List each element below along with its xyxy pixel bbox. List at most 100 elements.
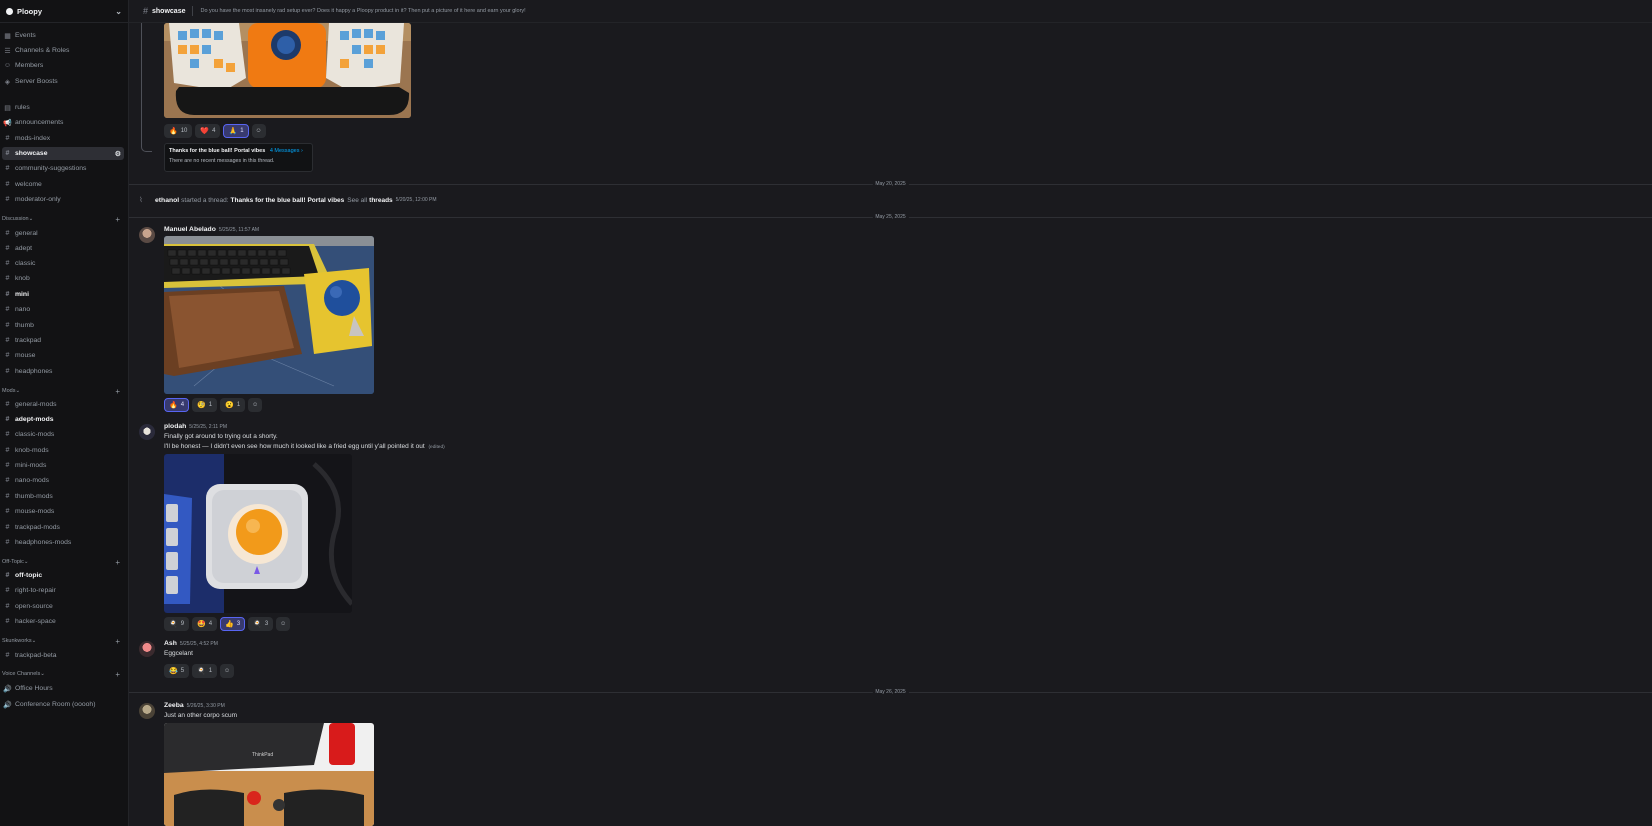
hash-icon: # [5, 587, 10, 594]
category-header[interactable]: Voice Channels ⌄ + [2, 669, 124, 679]
sidebar-item[interactable]: ▤ rules [2, 101, 124, 114]
sidebar-item[interactable]: # trackpad-mods [2, 521, 124, 534]
reaction-button[interactable]: ❤️ 4 [195, 124, 221, 138]
category-header[interactable]: Discussion ⌄ + [2, 214, 124, 224]
add-reaction-icon[interactable]: ☺ [276, 617, 291, 631]
reaction-button[interactable]: 👍 3 [220, 617, 246, 631]
reaction-button[interactable]: 🙏 1 [223, 124, 249, 138]
sidebar-item[interactable]: # nano-mods [2, 474, 124, 487]
message-image[interactable] [164, 23, 411, 118]
gear-icon[interactable]: ⚙ [115, 150, 121, 158]
hash-icon: # [5, 618, 10, 625]
sidebar-item[interactable]: 🔊 Office Hours [2, 682, 124, 695]
sidebar-item[interactable]: 📢 announcements [2, 116, 124, 129]
sidebar-item[interactable]: # thumb-mods [2, 490, 124, 503]
hash-icon: # [5, 603, 10, 610]
server-header[interactable]: Ploopy ⌄ [0, 0, 128, 23]
reaction-count: 1 [240, 128, 244, 134]
sidebar-item[interactable]: # mini [2, 288, 124, 301]
sidebar-item-label: Server Boosts [15, 78, 58, 85]
sidebar-item[interactable]: # moderator-only [2, 193, 124, 206]
sidebar-item[interactable]: # general [2, 227, 124, 240]
hash-icon: # [143, 6, 149, 16]
sidebar-item[interactable]: # classic [2, 257, 124, 270]
system-threads-link[interactable]: threads [369, 197, 392, 204]
sidebar-item[interactable]: # hacker-space [2, 615, 124, 628]
message-image[interactable] [164, 454, 352, 613]
avatar[interactable] [139, 703, 155, 719]
author-name[interactable]: Manuel Abelado [164, 226, 216, 233]
category-label: Discussion [2, 216, 29, 222]
thread-messages-link[interactable]: 4 Messages › [270, 148, 303, 154]
sidebar-item[interactable]: ☰ Channels & Roles [2, 44, 124, 57]
reaction-button[interactable]: 🔥 4 [164, 398, 190, 412]
sidebar-item[interactable]: # mods-index [2, 132, 124, 145]
sidebar-item[interactable]: # mouse [2, 349, 124, 362]
category-header[interactable]: Off-Topic ⌄ + [2, 557, 124, 567]
message-header: Ash 5/25/25, 4:52 PM [164, 640, 218, 647]
sidebar-item[interactable]: # mouse-mods [2, 505, 124, 518]
reaction-button[interactable]: 🍳 9 [164, 617, 190, 631]
sidebar-item[interactable]: # showcase ⚙ [2, 147, 124, 160]
reaction-button[interactable]: 🍳 3 [248, 617, 274, 631]
add-reaction-icon[interactable]: ☺ [248, 398, 263, 412]
reaction-button[interactable]: 🔥 10 [164, 124, 193, 138]
avatar[interactable] [139, 641, 155, 657]
sidebar-item[interactable]: ◈ Server Boosts [2, 75, 124, 88]
sidebar-item[interactable]: # community-suggestions [2, 162, 124, 175]
message-header: Manuel Abelado 5/25/25, 11:57 AM [164, 226, 259, 233]
sidebar-item[interactable]: 🔊 Conference Room (ooooh) [2, 698, 124, 711]
sidebar-item[interactable]: # general-mods [2, 398, 124, 411]
add-channel-icon[interactable]: + [115, 637, 120, 646]
author-name[interactable]: plodah [164, 423, 186, 430]
sidebar-item[interactable]: # classic-mods [2, 428, 124, 441]
category-header[interactable]: Skunkworks ⌄ + [2, 636, 124, 646]
sidebar-item[interactable]: ▦ Events [2, 29, 124, 42]
system-thread-link[interactable]: Thanks for the blue ball! Portal vibes [231, 197, 345, 204]
sidebar-item[interactable]: ☺ Members [2, 59, 124, 72]
message-image[interactable] [164, 236, 374, 394]
avatar[interactable] [139, 227, 155, 243]
author-name[interactable]: Zeeba [164, 702, 184, 709]
reaction-button[interactable]: 🍳 1 [192, 664, 218, 678]
hash-icon: # [5, 431, 10, 438]
sidebar-item[interactable]: # thumb [2, 319, 124, 332]
avatar[interactable] [139, 424, 155, 440]
hash-icon: # [5, 477, 10, 484]
sidebar-item[interactable]: # knob-mods [2, 444, 124, 457]
sidebar-item[interactable]: # right-to-repair [2, 584, 124, 597]
message-image[interactable]: ThinkPad [164, 723, 374, 826]
reaction-button[interactable]: 😂 5 [164, 664, 190, 678]
add-channel-icon[interactable]: + [115, 387, 120, 396]
reaction-button[interactable]: 🤩 4 [192, 617, 218, 631]
hash-icon: # [5, 508, 10, 515]
sidebar-item[interactable]: # knob [2, 272, 124, 285]
reaction-count: 4 [208, 621, 213, 627]
category-header[interactable]: Mods ⌄ + [2, 386, 124, 396]
reaction-count: 5 [180, 668, 185, 674]
add-reaction-icon[interactable]: ☺ [251, 124, 266, 138]
sidebar-item[interactable]: # adept [2, 242, 124, 255]
reaction-emoji: 🤩 [197, 621, 206, 628]
add-channel-icon[interactable]: + [115, 670, 120, 679]
sidebar-item[interactable]: # adept-mods [2, 413, 124, 426]
author-name[interactable]: Ash [164, 640, 177, 647]
add-channel-icon[interactable]: + [115, 215, 120, 224]
thread-card[interactable]: Thanks for the blue ball! Portal vibes 4… [164, 143, 313, 172]
reaction-button[interactable]: 🧐 1 [192, 398, 218, 412]
channel-topic[interactable]: Do you have the most insanely rad setup … [200, 8, 525, 14]
sidebar-item[interactable]: # nano [2, 303, 124, 316]
sidebar-item[interactable]: # off-topic [2, 569, 124, 582]
sidebar-item[interactable]: # mini-mods [2, 459, 124, 472]
sidebar-item[interactable]: # trackpad-beta [2, 649, 124, 662]
reaction-button[interactable]: 😮 1 [220, 398, 246, 412]
system-action: started a thread: [181, 196, 229, 204]
add-reaction-icon[interactable]: ☺ [220, 664, 235, 678]
sidebar-item[interactable]: # open-source [2, 600, 124, 613]
sidebar-item[interactable]: # welcome [2, 178, 124, 191]
sidebar-item[interactable]: # headphones-mods [2, 536, 124, 549]
sidebar-item[interactable]: # trackpad [2, 334, 124, 347]
add-channel-icon[interactable]: + [115, 558, 120, 567]
sidebar-item[interactable]: # headphones [2, 365, 124, 378]
system-author[interactable]: ethanol [155, 197, 179, 204]
